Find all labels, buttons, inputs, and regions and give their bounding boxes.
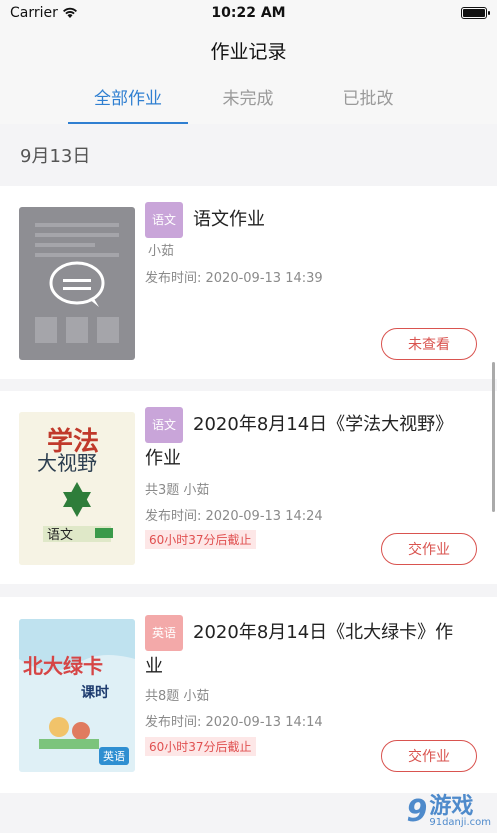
nav-bar: 作业记录 (0, 26, 497, 74)
cover-subtitle-text: 大视野 (37, 451, 97, 475)
chat-document-icon (35, 223, 119, 343)
watermark-main: 游戏 (429, 793, 474, 819)
carrier-label: Carrier (10, 5, 58, 21)
card-title: 英语 2020年8月14日《北大绿卡》作业 (145, 615, 457, 683)
card-title: 语文 2020年8月14日《学法大视野》作业 (145, 407, 457, 475)
tab-incomplete[interactable]: 未完成 (188, 74, 308, 124)
status-left: Carrier (10, 5, 78, 21)
card-info: 共8题 小茹 (145, 689, 210, 704)
subject-tag: 语文 (145, 407, 184, 443)
tab-graded[interactable]: 已批改 (308, 74, 428, 124)
homework-card[interactable]: 北大绿卡 课时 英语 英语 2020年8月14日《北大绿卡》作业 共8题 小茹 发… (0, 597, 497, 793)
wifi-icon (62, 7, 77, 18)
deadline-badge: 60小时37分后截止 (145, 530, 256, 549)
book-cover: 北大绿卡 课时 英语 (19, 619, 135, 772)
card-title-text: 2020年8月14日《学法大视野》作业 (145, 414, 454, 469)
subject-tag: 英语 (145, 615, 184, 651)
cover-subtitle-text: 课时 (81, 684, 109, 701)
card-info: 小茹 (148, 244, 175, 259)
scrollbar[interactable] (492, 362, 495, 512)
book-cover: 学法 大视野 语文 (19, 412, 135, 565)
watermark-number: 9 (406, 794, 428, 829)
publish-time: 发布时间: 2020-09-13 14:14 (145, 715, 323, 730)
not-viewed-button[interactable]: 未查看 (381, 328, 477, 360)
publish-time: 发布时间: 2020-09-13 14:39 (145, 271, 323, 286)
watermark-sub: 91danji.com (429, 816, 491, 828)
book-cover-art: 学法 大视野 语文 (19, 412, 135, 565)
page-title: 作业记录 (210, 40, 287, 63)
cover-title-text: 北大绿卡 (23, 654, 103, 678)
date-header: 9月13日 (0, 124, 497, 186)
cover-subject-text: 语文 (47, 528, 73, 543)
publish-time: 发布时间: 2020-09-13 14:24 (145, 509, 323, 524)
card-info: 共3题 小茹 (145, 483, 210, 498)
status-bar: Carrier 10:22 AM (0, 0, 497, 26)
document-thumbnail (19, 207, 135, 360)
watermark-logo: 9 游戏 91danji.com (406, 794, 491, 829)
submit-homework-button[interactable]: 交作业 (381, 740, 477, 772)
submit-homework-button[interactable]: 交作业 (381, 533, 477, 565)
card-title: 语文 语文作业 (145, 202, 457, 238)
homework-card[interactable]: 语文 语文作业 小茹 发布时间: 2020-09-13 14:39 未查看 (0, 186, 497, 379)
card-title-text: 2020年8月14日《北大绿卡》作业 (145, 622, 454, 677)
battery-icon (461, 7, 490, 19)
card-title-text: 语文作业 (193, 209, 266, 230)
homework-card[interactable]: 学法 大视野 语文 语文 2020年8月14日《学法大视野》作业 共3题 小茹 发… (0, 391, 497, 584)
tab-all-homework[interactable]: 全部作业 (68, 74, 188, 124)
watermark-text: 游戏 91danji.com (429, 793, 491, 828)
book-cover-art: 北大绿卡 课时 英语 (19, 619, 135, 772)
deadline-badge: 60小时37分后截止 (145, 737, 256, 756)
tab-bar: 全部作业 未完成 已批改 (0, 74, 497, 124)
status-time: 10:22 AM (211, 5, 286, 21)
subject-tag: 语文 (145, 202, 184, 238)
cover-subject-text: 英语 (103, 749, 125, 763)
